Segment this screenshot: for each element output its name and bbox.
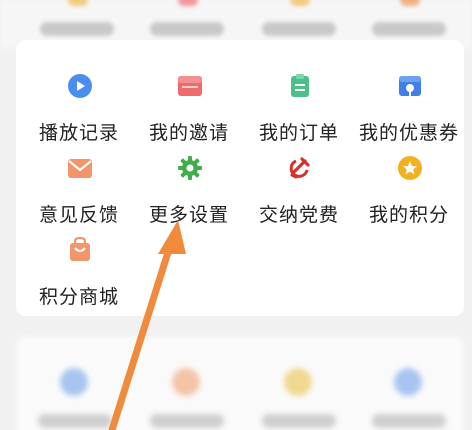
menu-item-label: 我的邀请 [148, 122, 229, 144]
menu-item-my-coupons[interactable]: 我的优惠券 [354, 72, 464, 152]
menu-item-my-points[interactable]: 我的积分 [354, 154, 464, 234]
blurred-label [262, 22, 336, 36]
blurred-label [372, 22, 446, 36]
blurred-label [262, 414, 336, 428]
blurred-icon [284, 368, 312, 396]
blurred-label [40, 22, 114, 36]
play-icon [66, 72, 94, 100]
menu-item-my-invites[interactable]: 我的邀请 [134, 72, 244, 152]
shopping-bag-icon [66, 236, 94, 264]
gear-icon [176, 154, 204, 182]
blurred-icon [400, 0, 420, 6]
blurred-label [38, 414, 112, 428]
menu-item-feedback[interactable]: 意见反馈 [24, 154, 134, 234]
menu-item-my-orders[interactable]: 我的订单 [244, 72, 354, 152]
profile-menu-screen: 播放记录 我的邀请 我的订单 我的优惠券 意见反馈 更多设置 交纳党费 我的积分… [0, 0, 472, 430]
menu-item-label: 播放记录 [38, 122, 119, 144]
menu-item-pay-party-dues[interactable]: 交纳党费 [244, 154, 354, 234]
menu-item-label: 更多设置 [148, 204, 229, 226]
menu-item-label: 交纳党费 [258, 204, 339, 226]
blurred-icon [68, 0, 88, 6]
menu-item-label: 我的积分 [368, 204, 449, 226]
blurred-icon [60, 368, 88, 396]
menu-item-points-mall[interactable]: 积分商城 [24, 236, 134, 316]
party-emblem-icon [286, 154, 314, 182]
menu-item-label: 我的优惠券 [358, 122, 459, 144]
blurred-label [150, 22, 224, 36]
blurred-label [372, 414, 446, 428]
menu-item-play-history[interactable]: 播放记录 [24, 72, 134, 152]
menu-item-label: 积分商城 [38, 286, 119, 308]
invite-icon [176, 72, 204, 100]
feedback-icon [66, 154, 94, 182]
menu-item-label: 意见反馈 [38, 204, 119, 226]
blurred-bottom-card [16, 336, 464, 430]
blurred-label [150, 414, 224, 428]
blurred-icon [290, 0, 310, 6]
menu-item-label: 我的订单 [258, 122, 339, 144]
menu-grid-card: 播放记录 我的邀请 我的订单 我的优惠券 意见反馈 更多设置 交纳党费 我的积分… [16, 40, 464, 316]
blurred-icon [178, 0, 198, 6]
blurred-icon [172, 368, 200, 396]
order-icon [286, 72, 314, 100]
blurred-icon [394, 368, 422, 396]
coupon-icon [396, 72, 424, 100]
points-icon [396, 154, 424, 182]
menu-item-more-settings[interactable]: 更多设置 [134, 154, 244, 234]
